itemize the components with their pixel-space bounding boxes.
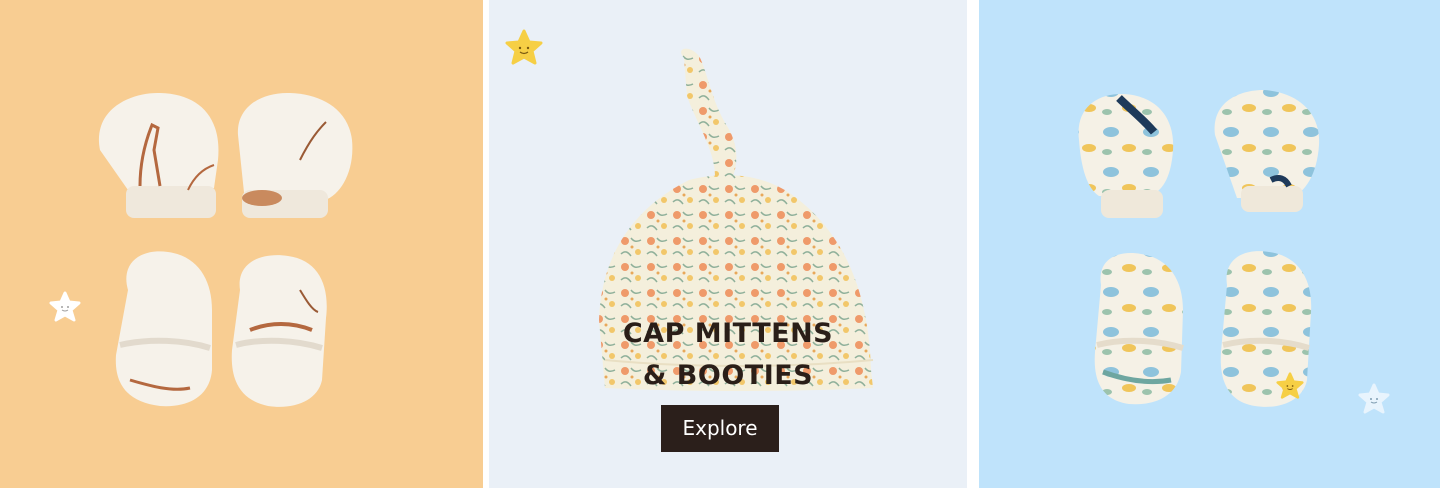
- left-product-panel[interactable]: [0, 0, 483, 488]
- dinosaur-mitten-left: [1078, 93, 1174, 218]
- giraffe-mitten-right: [237, 92, 353, 218]
- center-product-panel[interactable]: CAP MITTENS & BOOTIES Explore: [489, 0, 967, 488]
- smiling-star-icon: [1276, 372, 1304, 399]
- banner-title-line-1: CAP MITTENS: [622, 318, 834, 349]
- giraffe-mittens-booties-image: [98, 92, 353, 407]
- giraffe-bootie-left: [115, 251, 212, 407]
- giraffe-bootie-right: [231, 255, 327, 407]
- right-product-panel[interactable]: [979, 0, 1440, 488]
- smiling-star-icon: [505, 29, 543, 65]
- explore-button[interactable]: Explore: [661, 405, 779, 452]
- smiling-star-icon: [49, 291, 81, 322]
- dinosaur-mitten-right: [1214, 90, 1320, 212]
- smiling-star-icon: [1358, 383, 1390, 414]
- banner-title-line-2: & BOOTIES: [642, 360, 814, 391]
- giraffe-mitten-left: [98, 92, 219, 218]
- dinosaur-bootie-left: [1094, 253, 1184, 405]
